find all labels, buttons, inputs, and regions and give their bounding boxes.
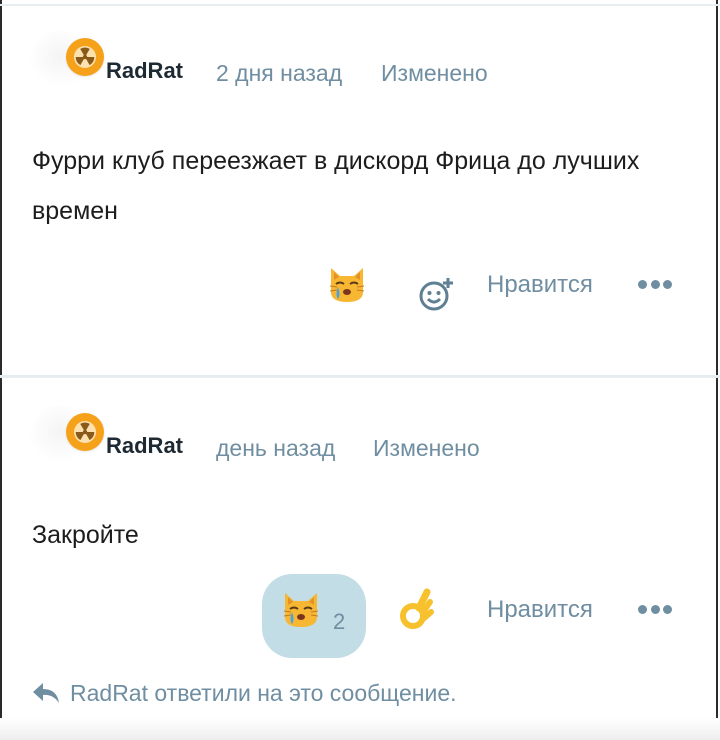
avatar[interactable] xyxy=(66,38,104,76)
post-body: Закройте xyxy=(32,521,139,549)
top-divider xyxy=(0,4,720,6)
reply-notice-text: RadRat ответили на это сообщение. xyxy=(70,679,457,706)
crying-cat-emoji[interactable] xyxy=(325,262,369,306)
like-button[interactable]: Нравится xyxy=(487,271,593,299)
avatar[interactable] xyxy=(66,413,104,451)
add-reaction-icon[interactable] xyxy=(418,276,456,314)
radiation-icon xyxy=(74,421,96,443)
post-timestamp[interactable]: день назад xyxy=(216,435,335,462)
post-1: RadRat 2 дня назад Изменено Фурри клуб п… xyxy=(0,20,720,370)
author-name[interactable]: RadRat xyxy=(106,433,183,459)
post-body: Фурри клуб переезжает в дискорд Фрица до… xyxy=(32,147,640,225)
author-name[interactable]: RadRat xyxy=(106,58,183,84)
reaction-count: 2 xyxy=(333,609,346,634)
edited-label: Изменено xyxy=(373,435,480,461)
crying-cat-emoji[interactable] xyxy=(279,587,323,631)
edited-label: Изменено xyxy=(381,60,488,86)
reply-arrow-icon xyxy=(33,683,59,703)
post-timestamp[interactable]: 2 дня назад xyxy=(216,60,342,87)
post-2: RadRat день назад Изменено Закройте 2 Нр… xyxy=(0,395,720,725)
radiation-icon xyxy=(74,46,96,68)
bottom-fade xyxy=(0,718,720,740)
reply-notice[interactable]: RadRat ответили на это сообщение. xyxy=(32,678,457,708)
more-dots-icon[interactable] xyxy=(638,602,672,616)
ok-hand-emoji[interactable] xyxy=(397,588,437,632)
more-dots-icon[interactable] xyxy=(638,277,672,291)
post-divider xyxy=(0,375,720,378)
like-button[interactable]: Нравится xyxy=(487,596,593,624)
